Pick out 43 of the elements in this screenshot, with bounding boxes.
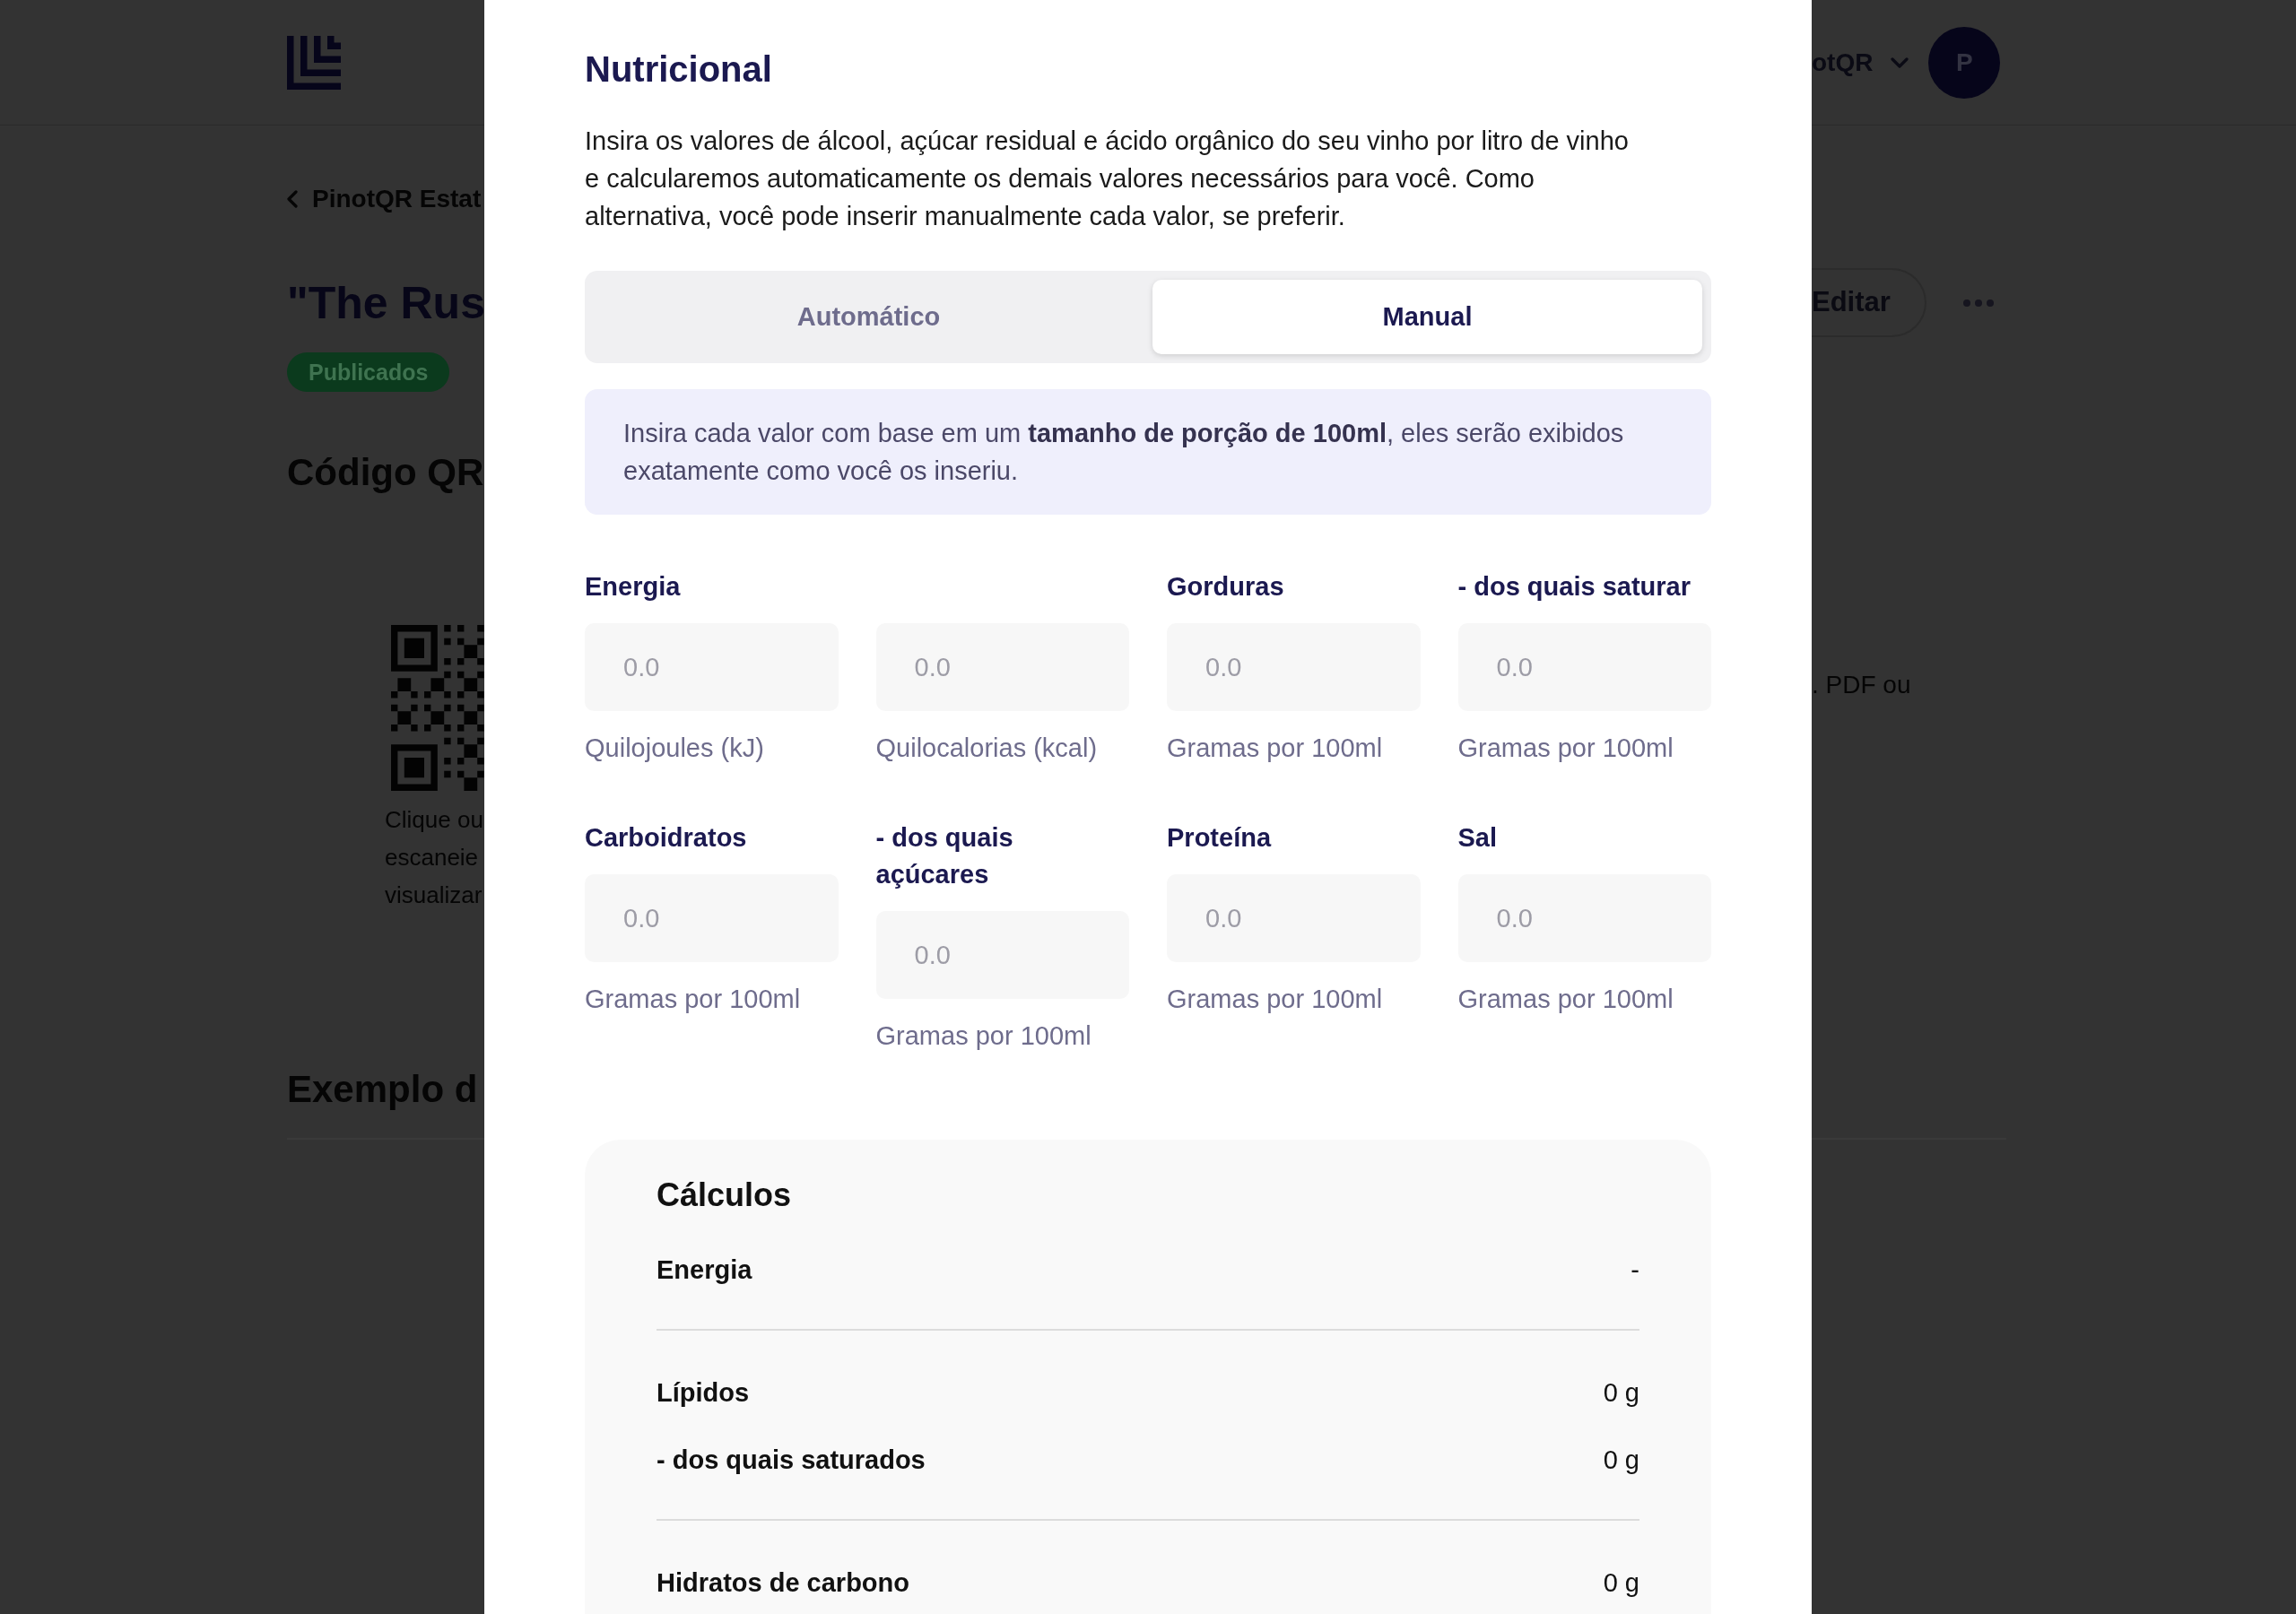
field-hint: Gramas por 100ml: [1457, 733, 1674, 764]
panel-title: Cálculos: [657, 1176, 792, 1215]
field-hint: Gramas por 100ml: [1167, 733, 1383, 764]
calc-value: 0 g: [1603, 1377, 1639, 1409]
info-note: Insira cada valor com base em um tamanho de porção de 100ml, eles serão exibidos exatamente como você os inseriu.: [585, 389, 1711, 515]
calc-label: Hidratos de carbono: [657, 1567, 909, 1599]
number-input[interactable]: 0.0: [1457, 874, 1711, 962]
field-label: Carboidratos: [585, 822, 748, 854]
modal-title: Nutricional: [585, 48, 772, 91]
more-icon[interactable]: [1962, 299, 1994, 307]
number-input[interactable]: 0.0: [875, 911, 1129, 999]
field-label: - dos quais saturar: [1457, 571, 1692, 603]
qr-code-icon: [391, 625, 484, 791]
number-input[interactable]: 0.0: [1167, 623, 1421, 711]
status-badge: Publicados: [287, 352, 450, 392]
number-input[interactable]: 0.0: [585, 623, 839, 711]
field-hint: Gramas por 100ml: [1167, 984, 1383, 1015]
field-label: - dos quais açúcares: [875, 822, 1014, 890]
number-input[interactable]: 0.0: [1167, 874, 1421, 962]
calc-label: Energia: [657, 1254, 752, 1286]
chevron-down-icon: [1891, 56, 1909, 68]
field-label: Sal: [1457, 822, 1499, 854]
mode-tab[interactable]: Manual: [1152, 280, 1702, 354]
field-hint: Quilocalorias (kcal): [875, 733, 1098, 764]
number-input[interactable]: 0.0: [875, 623, 1129, 711]
mode-tab[interactable]: Automático: [594, 280, 1144, 354]
field-hint: Gramas por 100ml: [875, 1020, 1091, 1052]
calc-value: -: [1631, 1254, 1639, 1286]
field-hint: Quilojoules (kJ): [585, 733, 764, 764]
calc-label: Lípidos: [657, 1377, 750, 1409]
field-hint: Gramas por 100ml: [1457, 984, 1674, 1015]
calc-value: 0 g: [1603, 1567, 1639, 1599]
number-input[interactable]: 0.0: [1457, 623, 1711, 711]
field-label: Gorduras: [1167, 571, 1285, 603]
field-label: Proteína: [1167, 822, 1273, 854]
field-label: Energia: [585, 571, 682, 603]
modal-description: Insira os valores de álcool, açúcar residual e ácido orgânico do seu vinho por litro de vinho e calcularemos automaticamente os demais valores necessários para você. Como alternativa, você pode inserir manualmente cada valor, se preferir.: [585, 126, 1630, 232]
number-input[interactable]: 0.0: [585, 874, 839, 962]
calc-value: 0 g: [1603, 1445, 1639, 1476]
chevron-left-icon: [287, 190, 298, 208]
logo-icon[interactable]: [287, 35, 341, 90]
calc-label: - dos quais saturados: [657, 1445, 926, 1476]
field-hint: Gramas por 100ml: [585, 984, 801, 1015]
